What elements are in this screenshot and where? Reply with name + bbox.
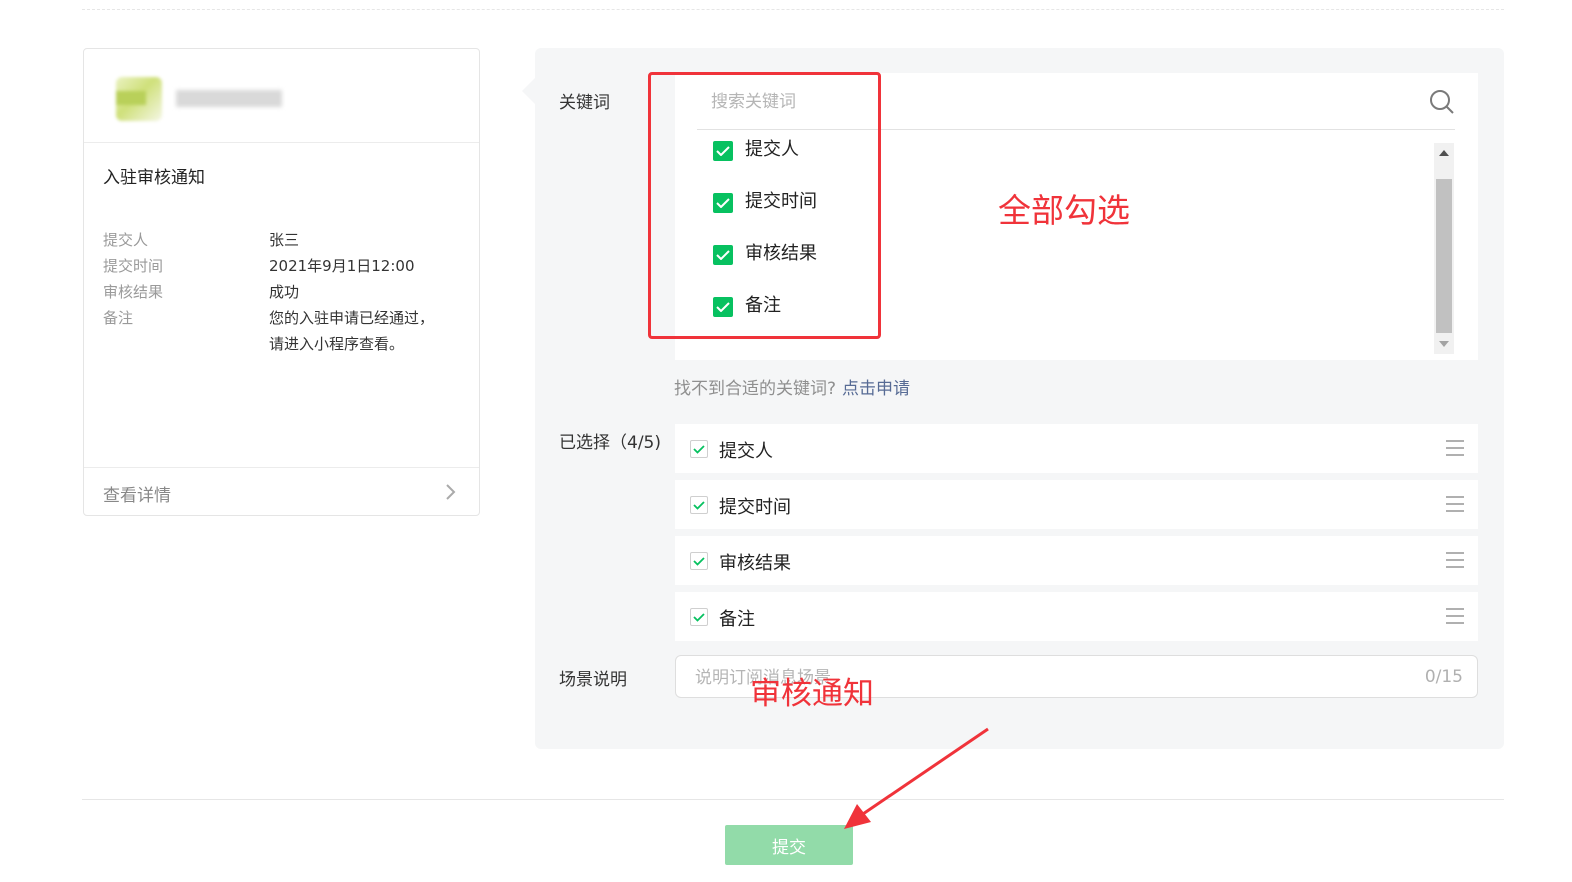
selected-keyword-label: 审核结果 bbox=[719, 553, 791, 574]
selected-keyword-label: 提交时间 bbox=[719, 497, 791, 518]
checkbox-checked-icon[interactable] bbox=[690, 552, 708, 570]
hint-text: 找不到合适的关键词? bbox=[674, 379, 837, 399]
preview-field-value: 您的入驻申请已经通过， 请进入小程序查看。 bbox=[269, 305, 434, 357]
annotation-select-all: 全部勾选 bbox=[998, 191, 1130, 230]
preview-field-row: 备注 您的入驻申请已经通过， 请进入小程序查看。 bbox=[103, 305, 463, 357]
drag-handle-icon[interactable] bbox=[1446, 440, 1464, 461]
selected-keyword-row[interactable]: 审核结果 bbox=[675, 536, 1478, 585]
chevron-right-icon bbox=[446, 484, 456, 500]
preview-field-key: 提交时间 bbox=[103, 257, 164, 275]
drag-handle-icon[interactable] bbox=[1446, 608, 1464, 629]
view-details-link[interactable]: 查看详情 bbox=[84, 467, 479, 517]
preview-fields: 提交人 张三 提交时间 2021年9月1日12:00 审核结果 成功 备注 您的… bbox=[103, 227, 463, 357]
bottom-divider bbox=[82, 799, 1504, 800]
annotation-scene-example: 审核通知 bbox=[750, 676, 874, 712]
preview-field-row: 提交人 张三 bbox=[103, 227, 463, 253]
char-counter: 0/15 bbox=[1424, 667, 1463, 687]
checkbox-checked-icon[interactable] bbox=[690, 496, 708, 514]
checkbox-checked-icon[interactable] bbox=[690, 608, 708, 626]
preview-field-key: 备注 bbox=[103, 309, 134, 327]
top-divider bbox=[82, 9, 1504, 10]
remark-line-2: 请进入小程序查看。 bbox=[269, 335, 405, 353]
selected-label: 已选择（4/5) bbox=[559, 433, 661, 453]
annotation-highlight-box bbox=[648, 72, 881, 339]
preview-field-key: 提交人 bbox=[103, 231, 149, 249]
scroll-down-icon[interactable] bbox=[1439, 341, 1449, 347]
notice-title: 入驻审核通知 bbox=[103, 168, 205, 188]
scroll-up-icon[interactable] bbox=[1439, 150, 1449, 156]
keyword-list-scrollbar[interactable] bbox=[1434, 143, 1454, 354]
app-logo bbox=[116, 77, 162, 121]
app-name-blurred bbox=[176, 90, 282, 107]
submit-button[interactable]: 提交 bbox=[725, 825, 853, 865]
preview-field-value: 成功 bbox=[269, 283, 300, 301]
drag-handle-icon[interactable] bbox=[1446, 552, 1464, 573]
keyword-request-hint: 找不到合适的关键词? 点击申请 bbox=[674, 374, 910, 399]
selected-keyword-row[interactable]: 备注 bbox=[675, 592, 1478, 641]
selected-keyword-label: 备注 bbox=[719, 609, 755, 630]
preview-card-header bbox=[84, 49, 479, 143]
remark-line-1: 您的入驻申请已经通过， bbox=[269, 309, 435, 327]
scroll-thumb[interactable] bbox=[1436, 179, 1452, 333]
selected-keyword-row[interactable]: 提交人 bbox=[675, 424, 1478, 473]
preview-field-key: 审核结果 bbox=[103, 283, 164, 301]
preview-field-row: 审核结果 成功 bbox=[103, 279, 463, 305]
keywords-label: 关键词 bbox=[559, 93, 610, 113]
preview-field-value: 张三 bbox=[269, 231, 300, 249]
scene-label: 场景说明 bbox=[559, 670, 627, 690]
view-details-label: 查看详情 bbox=[103, 486, 171, 506]
panel-pointer bbox=[522, 78, 535, 104]
checkbox-checked-icon[interactable] bbox=[690, 440, 708, 458]
selected-keyword-label: 提交人 bbox=[719, 441, 773, 462]
search-icon[interactable] bbox=[1429, 89, 1455, 115]
preview-field-row: 提交时间 2021年9月1日12:00 bbox=[103, 253, 463, 279]
drag-handle-icon[interactable] bbox=[1446, 496, 1464, 517]
selected-keyword-row[interactable]: 提交时间 bbox=[675, 480, 1478, 529]
message-preview-card: 入驻审核通知 提交人 张三 提交时间 2021年9月1日12:00 审核结果 成… bbox=[83, 48, 480, 516]
preview-field-value: 2021年9月1日12:00 bbox=[269, 257, 415, 275]
apply-keyword-link[interactable]: 点击申请 bbox=[842, 379, 910, 399]
